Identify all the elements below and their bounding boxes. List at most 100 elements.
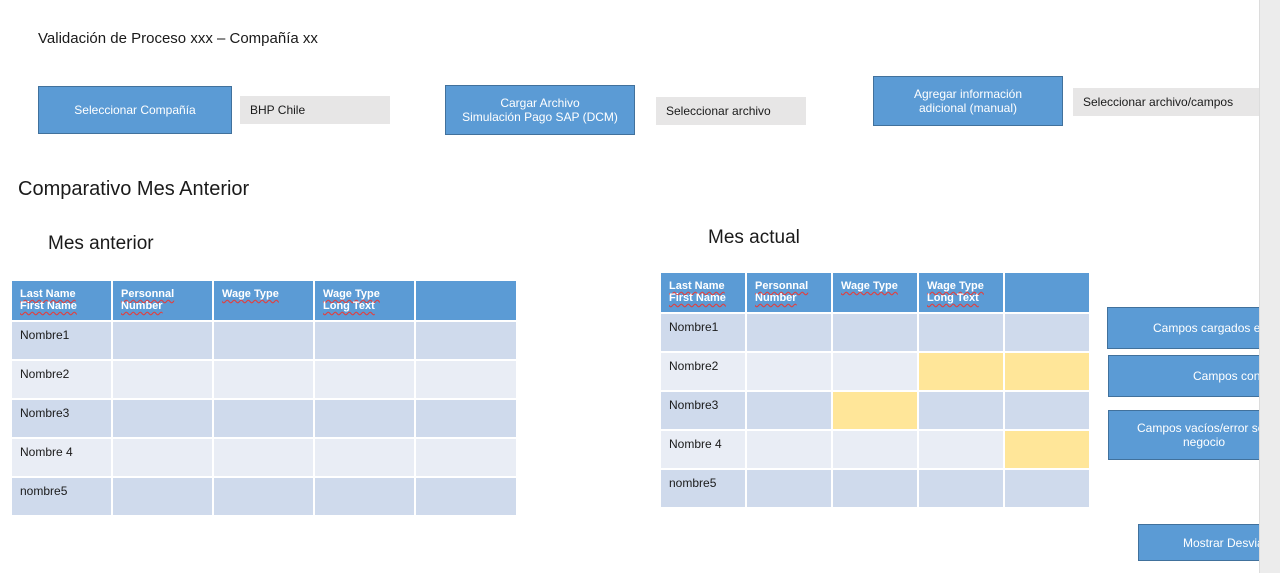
- table-cell: [745, 429, 833, 470]
- table-cell: [313, 476, 416, 517]
- table-cell: [917, 468, 1005, 509]
- column-header: [414, 279, 518, 322]
- table-row: nombre5: [10, 476, 518, 517]
- column-header: Last Name First Name: [659, 271, 747, 314]
- table-row: Nombre3: [10, 398, 518, 439]
- file-select-field[interactable]: Seleccionar archivo: [656, 97, 806, 125]
- column-header: Last Name First Name: [10, 279, 113, 322]
- table-row: Nombre1: [10, 320, 518, 361]
- column-header-text: Personnal: [755, 280, 809, 292]
- name-cell: Nombre1: [659, 312, 747, 353]
- column-header-text: Wage Type: [323, 288, 380, 300]
- table-cell: [745, 390, 833, 431]
- legend-loaded-ok: Campos cargados exit: [1107, 307, 1280, 349]
- table-row: Nombre 4: [659, 429, 1091, 470]
- previous-month-title: Mes anterior: [48, 233, 154, 254]
- table-cell: [917, 390, 1005, 431]
- highlighted-cell: [831, 390, 919, 431]
- name-cell: Nombre3: [659, 390, 747, 431]
- table-cell: [111, 359, 214, 400]
- table-cell: [831, 468, 919, 509]
- table-cell: [212, 476, 315, 517]
- table-cell: [313, 359, 416, 400]
- table-row: nombre5: [659, 468, 1091, 509]
- table-cell: [745, 351, 833, 392]
- table-cell: [917, 429, 1005, 470]
- table-cell: [1003, 312, 1091, 353]
- column-header-text: First Name: [669, 292, 726, 304]
- name-cell: nombre5: [659, 468, 747, 509]
- highlighted-cell: [1003, 351, 1091, 392]
- page-title: Validación de Proceso xxx – Compañía xx: [38, 30, 318, 47]
- table-cell: [831, 429, 919, 470]
- company-value-field[interactable]: BHP Chile: [240, 96, 390, 124]
- table-cell: [313, 320, 416, 361]
- table-row: Nombre3: [659, 390, 1091, 431]
- table-cell: [745, 468, 833, 509]
- column-header-text: Last Name: [20, 288, 76, 300]
- table-cell: [414, 398, 518, 439]
- table-cell: [745, 312, 833, 353]
- load-file-button[interactable]: Cargar Archivo Simulación Pago SAP (DCM): [445, 85, 635, 135]
- table-cell: [111, 320, 214, 361]
- table-row: Nombre2: [10, 359, 518, 400]
- highlighted-cell: [1003, 429, 1091, 470]
- name-cell: Nombre 4: [659, 429, 747, 470]
- table-cell: [831, 351, 919, 392]
- table-cell: [414, 437, 518, 478]
- table-row: Nombre 4: [10, 437, 518, 478]
- name-cell: Nombre 4: [10, 437, 113, 478]
- table-cell: [1003, 390, 1091, 431]
- column-header: Wage Type: [831, 271, 919, 314]
- table-cell: [831, 312, 919, 353]
- vertical-scrollbar[interactable]: [1259, 0, 1280, 573]
- column-header-text: Personnal: [121, 288, 175, 300]
- column-header-text: Wage Type: [927, 280, 984, 292]
- table-cell: [212, 320, 315, 361]
- table-cell: [212, 398, 315, 439]
- table-cell: [111, 437, 214, 478]
- select-company-button[interactable]: Seleccionar Compañía: [38, 86, 232, 134]
- table-cell: [414, 359, 518, 400]
- column-header: Wage Type: [212, 279, 315, 322]
- column-header: Wage Type Long Text: [917, 271, 1005, 314]
- table-cell: [111, 398, 214, 439]
- highlighted-cell: [917, 351, 1005, 392]
- table-cell: [313, 398, 416, 439]
- table-cell: [917, 312, 1005, 353]
- table-cell: [414, 320, 518, 361]
- table-row: Nombre2: [659, 351, 1091, 392]
- column-header-text: Number: [755, 292, 797, 304]
- column-header-text: Last Name: [669, 280, 725, 292]
- comparison-title: Comparativo Mes Anterior: [18, 178, 250, 200]
- column-header-text: First Name: [20, 300, 77, 312]
- column-header: [1003, 271, 1091, 314]
- legend-empty-error: Campos vacíos/error seg negocio: [1108, 410, 1280, 460]
- column-header: Personnal Number: [111, 279, 214, 322]
- name-cell: Nombre2: [10, 359, 113, 400]
- add-info-button[interactable]: Agregar información adicional (manual): [873, 76, 1063, 126]
- name-cell: nombre5: [10, 476, 113, 517]
- previous-month-table: Last Name First Name Personnal Number Wage T…: [10, 279, 518, 517]
- current-month-title: Mes actual: [708, 227, 800, 248]
- column-header-text: Long Text: [927, 292, 979, 304]
- column-header: Personnal Number: [745, 271, 833, 314]
- table-cell: [212, 359, 315, 400]
- table-cell: [414, 476, 518, 517]
- name-cell: Nombre1: [10, 320, 113, 361]
- table-cell: [313, 437, 416, 478]
- add-info-field[interactable]: Seleccionar archivo/campos: [1073, 88, 1263, 116]
- column-header-text: Long Text: [323, 300, 375, 312]
- table-cell: [1003, 468, 1091, 509]
- column-header-text: Number: [121, 300, 163, 312]
- legend-with-error: Campos con er: [1108, 355, 1280, 397]
- name-cell: Nombre3: [10, 398, 113, 439]
- table-cell: [212, 437, 315, 478]
- column-header-text: Wage Type: [841, 280, 898, 292]
- table-row: Nombre1: [659, 312, 1091, 353]
- current-month-table: Last Name First Name Personnal Number Wage T…: [659, 271, 1091, 509]
- name-cell: Nombre2: [659, 351, 747, 392]
- column-header-text: Wage Type: [222, 288, 279, 300]
- table-cell: [111, 476, 214, 517]
- column-header: Wage Type Long Text: [313, 279, 416, 322]
